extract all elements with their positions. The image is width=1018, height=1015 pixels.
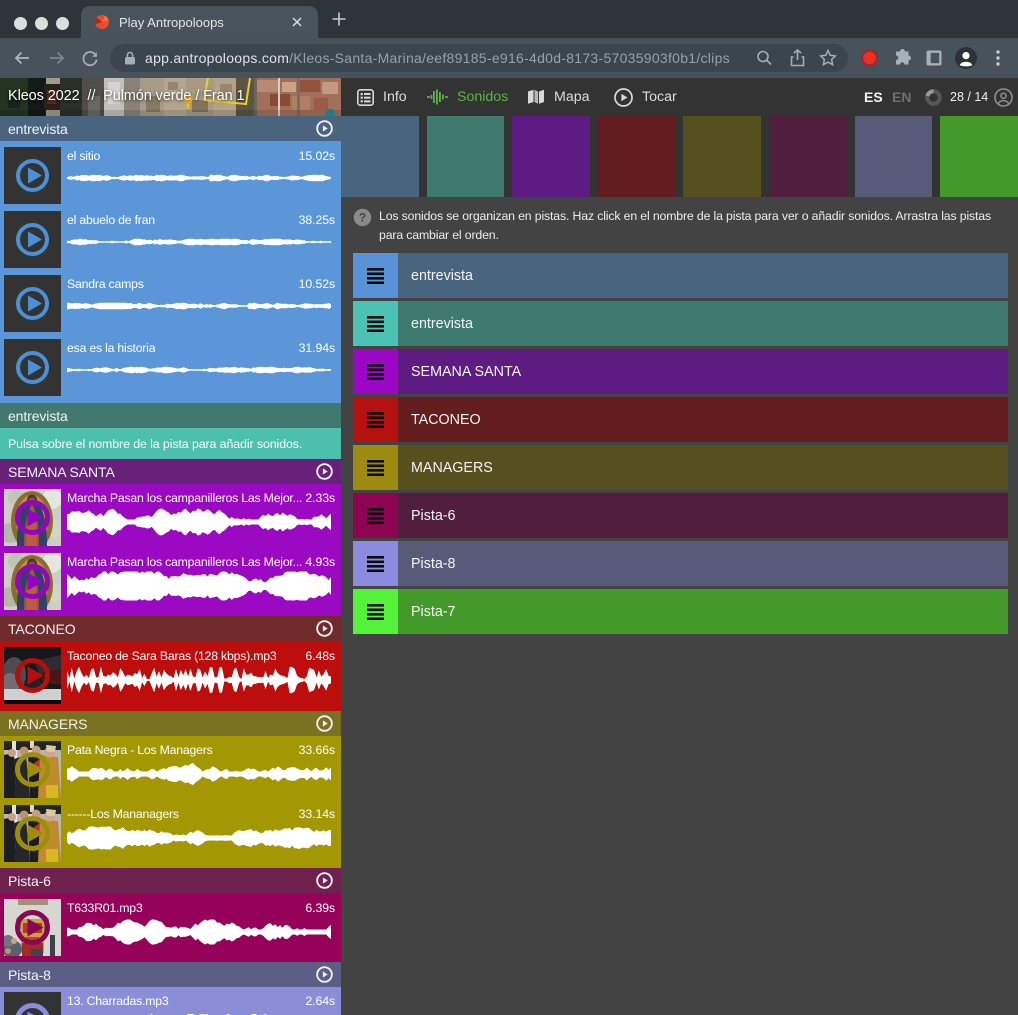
svg-text:?: ? [359,211,366,225]
